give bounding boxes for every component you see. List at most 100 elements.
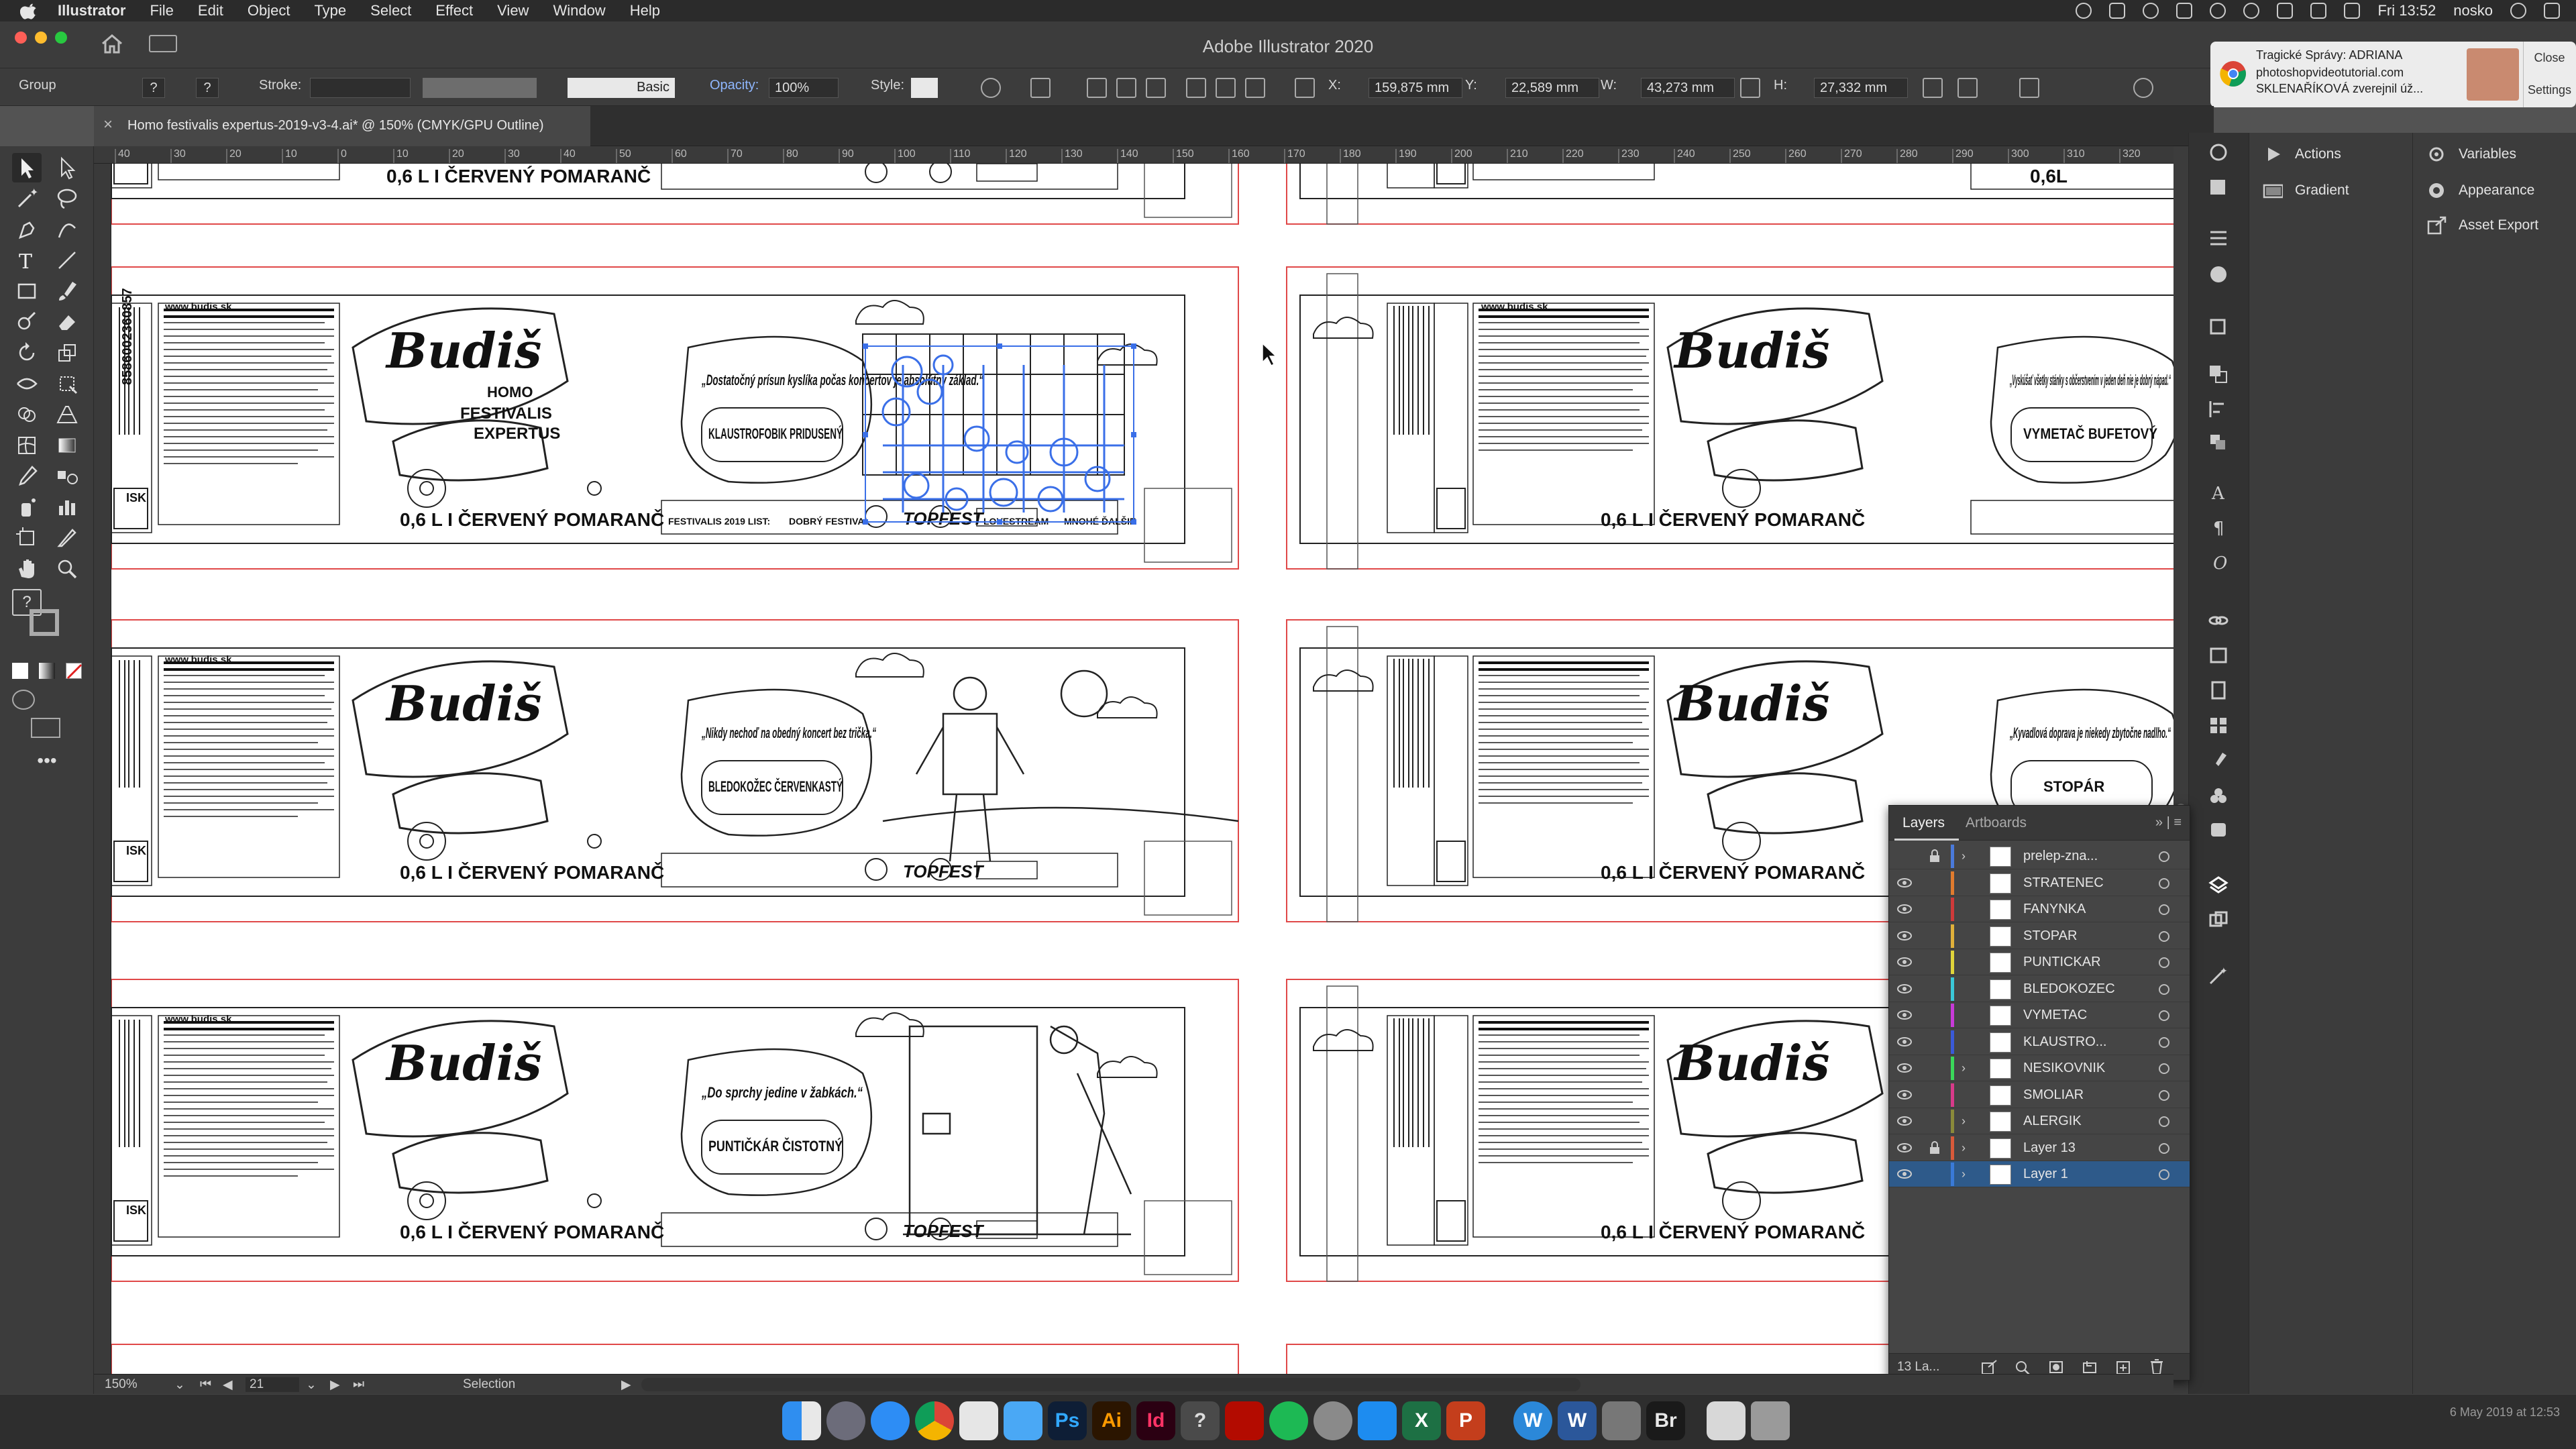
next-artboard-button[interactable]: ▶ [330, 1377, 340, 1393]
target-circle-icon[interactable] [2159, 1116, 2169, 1127]
layer-row[interactable]: STRATENEC [1889, 870, 2190, 896]
slice-tool-icon[interactable] [52, 523, 82, 553]
variables-panel-tab[interactable]: Variables [2426, 145, 2516, 164]
previous-artboard-button[interactable]: ◀ [223, 1377, 233, 1393]
menu-illustrator[interactable]: Illustrator [58, 2, 125, 19]
sync-icon[interactable] [2143, 3, 2159, 19]
symbols-icon[interactable] [2208, 785, 2229, 805]
notification-close-button[interactable]: Close [2523, 51, 2576, 65]
edit-toolbar-icon[interactable]: ••• [32, 750, 62, 780]
artboard-canvas[interactable]: ISK 0,6 L I ČERVENÝ POMARANČ 0,6L www.bu… [111, 164, 2174, 1391]
layer-name[interactable]: ALERGIK [2023, 1114, 2151, 1129]
graphic-style-swatch[interactable] [911, 78, 938, 98]
variable-width-profile[interactable] [423, 78, 537, 98]
label-row-3[interactable] [111, 978, 1240, 1283]
launchpad-dock-icon[interactable] [826, 1401, 865, 1440]
menu-effect[interactable]: Effect [435, 2, 473, 19]
layer-name[interactable]: VYMETAC [2023, 1008, 2151, 1023]
rotate-tool-icon[interactable] [12, 338, 42, 368]
lock-icon[interactable] [1929, 955, 1940, 969]
lock-icon[interactable] [1929, 1167, 1940, 1181]
target-circle-icon[interactable] [2159, 1063, 2169, 1074]
screen-mode-icon[interactable] [31, 718, 60, 738]
layer-name[interactable]: prelep-zna... [2023, 849, 2151, 864]
bridge-dock-icon[interactable]: Br [1646, 1401, 1685, 1440]
pathfinder-icon[interactable] [2208, 364, 2229, 384]
arrange-icon[interactable] [2208, 432, 2229, 452]
align-middle-icon[interactable] [1216, 78, 1236, 98]
spotify-dock-icon[interactable] [1269, 1401, 1308, 1440]
artboard-number-field[interactable]: 21 [246, 1377, 299, 1392]
target-circle-icon[interactable] [2159, 1010, 2169, 1021]
isolate-group-icon[interactable] [1957, 78, 1978, 98]
system-preferences-dock-icon[interactable] [1313, 1401, 1352, 1440]
target-circle-icon[interactable] [2159, 983, 2169, 995]
menu-window[interactable]: Window [553, 2, 605, 19]
artboards-panel-icon[interactable] [2208, 910, 2229, 930]
finder-dock-icon[interactable] [782, 1401, 821, 1440]
flag-icon[interactable] [2310, 3, 2327, 19]
layer-name[interactable]: SMOLIAR [2023, 1087, 2151, 1103]
expand-chevron-icon[interactable]: › [1962, 1167, 1966, 1181]
expand-chevron-icon[interactable]: › [1962, 849, 1966, 863]
horizontal-scrollbar[interactable] [641, 1378, 1580, 1391]
wunderlist-dock-icon[interactable]: W [1513, 1401, 1552, 1440]
none-mode-icon[interactable] [66, 663, 83, 680]
hand-tool-icon[interactable] [12, 554, 42, 584]
visibility-eye-icon[interactable] [1897, 877, 1912, 888]
color-mode-icon[interactable] [12, 663, 28, 679]
creative-cloud-icon[interactable] [2076, 3, 2092, 19]
target-circle-icon[interactable] [2159, 851, 2169, 862]
label-row-2[interactable] [111, 619, 1240, 923]
layer-row[interactable]: › Layer 1 [1889, 1161, 2190, 1187]
menubar-user[interactable]: nosko [2453, 2, 2493, 19]
align-panel-icon[interactable] [2208, 228, 2229, 248]
paragraph-panel-icon[interactable]: ¶ [2208, 517, 2229, 537]
menu-view[interactable]: View [497, 2, 529, 19]
align-left-icon[interactable] [1087, 78, 1107, 98]
layer-row[interactable]: › prelep-zna... [1889, 843, 2190, 869]
visibility-eye-icon[interactable] [1897, 1089, 1912, 1099]
gradient-panel-tab[interactable]: Gradient [2263, 181, 2349, 200]
layer-row[interactable]: BLEDOKOZEC [1889, 976, 2190, 1002]
gradient-tool-icon[interactable] [52, 431, 82, 460]
lock-icon[interactable] [1929, 876, 1940, 890]
layer-name[interactable]: FANYNKA [2023, 902, 2151, 917]
help-dock-icon[interactable]: ? [1181, 1401, 1220, 1440]
time-machine-icon[interactable] [2210, 3, 2226, 19]
target-circle-icon[interactable] [2159, 930, 2169, 942]
safari-dock-icon[interactable] [871, 1401, 910, 1440]
menu-help[interactable]: Help [630, 2, 660, 19]
notification-center-icon[interactable] [2544, 3, 2560, 19]
lock-icon[interactable] [1929, 1008, 1940, 1022]
layers-panel-icon[interactable] [2208, 875, 2229, 895]
eraser-tool-icon[interactable] [52, 307, 82, 337]
layer-name[interactable]: KLAUSTRO... [2023, 1034, 2151, 1050]
tab-artboards[interactable]: Artboards [1966, 815, 2027, 831]
stroke-swatch[interactable]: ? [196, 78, 219, 98]
document-tab[interactable]: × Homo festivalis expertus-2019-v3-4.ai*… [94, 106, 590, 146]
align-center-icon[interactable] [1116, 78, 1136, 98]
layer-name[interactable]: PUNTICKAR [2023, 955, 2151, 970]
expand-chevron-icon[interactable]: › [1962, 1141, 1966, 1155]
reference-point-icon[interactable] [1295, 78, 1315, 98]
menu-select[interactable]: Select [370, 2, 411, 19]
column-graph-tool-icon[interactable] [52, 492, 82, 522]
acrobat-dock-icon[interactable] [1225, 1401, 1264, 1440]
transform-icon[interactable] [1923, 78, 1943, 98]
locate-object-icon[interactable] [2014, 1359, 2031, 1375]
links-icon[interactable] [2208, 610, 2229, 631]
bluetooth-icon[interactable] [2176, 3, 2193, 19]
artwork-outline-view[interactable]: ISK 0,6 L I ČERVENÝ POMARANČ 0,6L www.bu… [111, 164, 2174, 1391]
illustrator-dock-icon[interactable]: Ai [1092, 1401, 1131, 1440]
menu-file[interactable]: File [150, 2, 173, 19]
last-artboard-button[interactable]: ⏭ [353, 1377, 364, 1392]
character-panel-icon[interactable]: A [2208, 482, 2229, 502]
visibility-eye-icon[interactable] [1897, 1142, 1912, 1152]
free-transform-tool-icon[interactable] [52, 369, 82, 398]
visibility-eye-icon[interactable] [1897, 1169, 1912, 1179]
chrome-dock-icon[interactable] [915, 1401, 954, 1440]
create-new-layer-icon[interactable] [2114, 1359, 2132, 1375]
stroke-color-swatch[interactable] [30, 609, 59, 636]
target-circle-icon[interactable] [2159, 1089, 2169, 1101]
